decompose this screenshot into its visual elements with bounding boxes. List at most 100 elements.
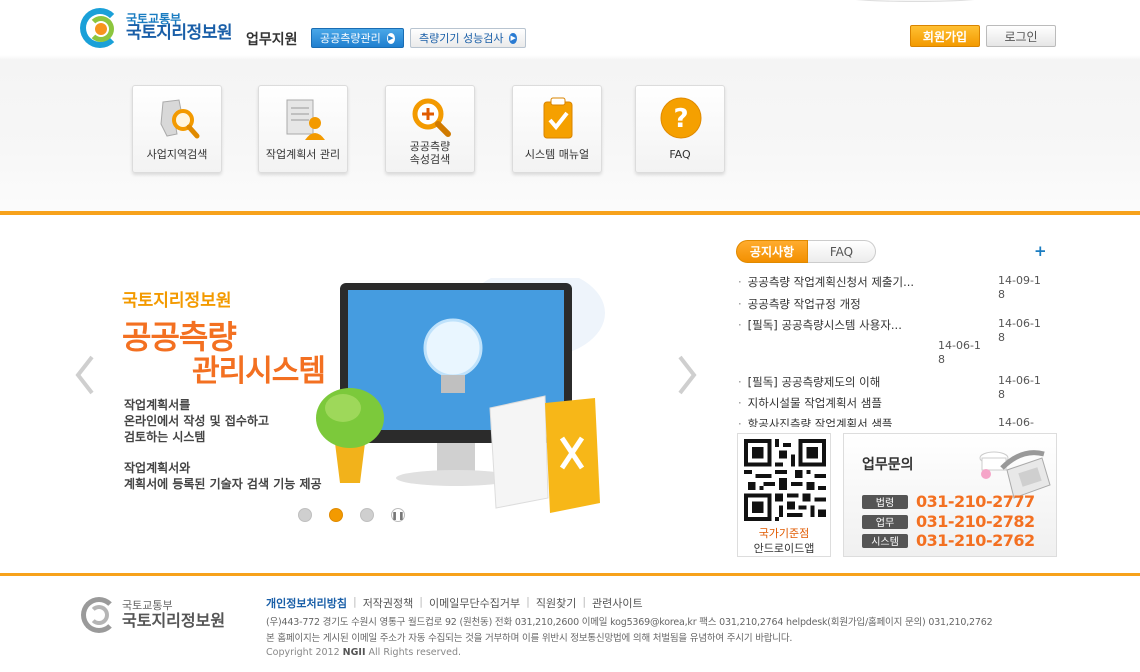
tile-label: 속성검색 — [409, 153, 451, 166]
tab-notice[interactable]: 공지사항 — [736, 240, 808, 263]
tile-system-manual[interactable]: 시스템 매뉴얼 — [512, 85, 602, 173]
pause-icon[interactable]: ❚❚ — [391, 508, 405, 522]
tile-faq[interactable]: ? FAQ — [635, 85, 725, 173]
notice-title[interactable]: [필독] 공공측량제도의 이해 — [738, 374, 881, 390]
chevron-right-icon[interactable] — [676, 355, 698, 395]
banner-title-2: 관리시스템 — [192, 354, 326, 389]
notice-date: 14-06-18 — [998, 317, 1041, 344]
notice-title[interactable]: [필독] 공공측량시스템 사용자... — [738, 317, 902, 333]
join-button[interactable]: 회원가입 — [910, 25, 980, 47]
tile-label: 공공측량 — [409, 140, 451, 153]
footer-agency: 국토지리정보원 — [122, 611, 226, 631]
tile-label: 작업계획서 관리 — [265, 148, 341, 161]
contact-number: 031-210-2762 — [916, 531, 1035, 550]
slide-dot-2[interactable] — [329, 508, 343, 522]
news-tabs: 공지사항 FAQ — [736, 240, 876, 263]
footer-separator: | — [526, 595, 530, 608]
footer-notice: 본 홈페이지는 게시된 이메일 주소가 자동 수집되는 것을 거부하며 이를 위… — [266, 633, 793, 644]
question-icon: ? — [660, 97, 702, 139]
play-arrow-icon: ▶ — [509, 32, 517, 44]
notice-title[interactable]: 지하시설물 작업계획서 샘플 — [738, 395, 882, 411]
slide-dot-3[interactable] — [360, 508, 374, 522]
contact-row: 법령 031-210-2777 — [862, 492, 1035, 511]
footer-link-copyright[interactable]: 저작권정책 — [363, 595, 414, 611]
public-survey-mgmt-button[interactable]: 공공측량관리 ▶ — [311, 28, 404, 48]
banner-desc-line: 계획서에 등록된 기술자 검색 기능 제공 — [124, 477, 322, 491]
contact-badge: 업무 — [862, 514, 908, 529]
qr-label-1: 국가기준점 — [758, 527, 810, 540]
qr-label-2: 안드로이드앱 — [753, 542, 815, 555]
contact-number: 031-210-2782 — [916, 512, 1035, 531]
section-title: 업무지원 — [246, 32, 298, 48]
banner-desc-line: 작업계획서를 — [124, 398, 191, 412]
map-search-icon — [160, 99, 200, 139]
banner-desc-2: 작업계획서와 계획서에 등록된 기술자 검색 기능 제공 — [124, 460, 322, 492]
footer-link-email-refuse[interactable]: 이메일무단수집거부 — [429, 595, 520, 611]
notice-title[interactable]: 항공사진측량 작업계획서 샘플 — [738, 416, 893, 427]
footer-divider — [0, 573, 1140, 576]
device-inspection-button[interactable]: 측량기기 성능검사 ▶ — [410, 28, 526, 48]
document-user-icon — [286, 99, 325, 140]
monitor-illustration — [316, 278, 605, 513]
banner-desc-line: 작업계획서와 — [124, 461, 191, 475]
site-logo[interactable]: 국토교통부 국토지리정보원 — [78, 6, 232, 50]
qr-code-icon — [744, 439, 826, 521]
top-decor — [830, 0, 1000, 2]
main-banner: 국토지리정보원 공공측량 관리시스템 작업계획서를 온라인에서 작성 및 접수하… — [70, 240, 720, 540]
copyright-rights: All Rights reserved. — [368, 647, 462, 658]
slider-dots: ❚❚ — [298, 508, 405, 522]
banner-desc-line: 검토하는 시스템 — [124, 430, 206, 444]
contact-number: 031-210-2777 — [916, 492, 1035, 511]
notice-title[interactable]: 공공측량 작업계획신청서 제출기... — [738, 274, 914, 290]
contact-box: 업무문의 법령 031-210-2777 업무 031-210-2782 시스템… — [843, 433, 1057, 557]
tile-work-plan[interactable]: 작업계획서 관리 — [258, 85, 348, 173]
copyright-brand: NGII — [342, 647, 366, 658]
chevron-left-icon[interactable] — [74, 355, 96, 395]
tab-faq[interactable]: FAQ — [808, 240, 876, 263]
footer-separator: | — [419, 595, 424, 608]
notice-date: 14-06-18 — [938, 339, 981, 366]
clipboard-check-icon — [543, 97, 573, 139]
logo-emblem-icon — [78, 6, 122, 50]
tile-label: 시스템 매뉴얼 — [524, 148, 590, 161]
header-divider — [0, 211, 1140, 215]
header-area: 국토교통부 국토지리정보원 업무지원 공공측량관리 ▶ 측량기기 성능검사 ▶ … — [0, 0, 1140, 213]
footer-address: (우)443-772 경기도 수원시 영통구 월드컵로 92 (원천동) 전화 … — [266, 617, 993, 628]
magnifier-plus-icon — [412, 98, 451, 137]
contact-title: 업무문의 — [862, 457, 914, 473]
tile-attribute-search[interactable]: 공공측량 속성검색 — [385, 85, 475, 173]
copyright-year: Copyright 2012 — [266, 647, 340, 658]
footer-emblem-icon — [80, 596, 118, 634]
footer-separator: | — [352, 595, 357, 608]
notice-date: 14-06- — [998, 416, 1034, 427]
footer-separator: | — [582, 595, 587, 608]
notice-date: 14-06-18 — [998, 374, 1041, 401]
qr-app-box[interactable]: 국가기준점 안드로이드앱 — [737, 433, 831, 557]
device-inspection-label: 측량기기 성능검사 — [419, 32, 504, 45]
contact-badge: 시스템 — [862, 533, 908, 548]
login-button[interactable]: 로그인 — [986, 25, 1056, 47]
svg-text:?: ? — [673, 104, 688, 134]
slide-dot-1[interactable] — [298, 508, 312, 522]
tile-label: 사업지역검색 — [146, 148, 208, 161]
tile-area-search[interactable]: 사업지역검색 — [132, 85, 222, 173]
notice-date: 14-09-18 — [998, 274, 1041, 301]
more-plus-icon[interactable]: + — [1034, 242, 1047, 260]
tile-label: FAQ — [669, 148, 691, 161]
contact-row: 시스템 031-210-2762 — [862, 531, 1035, 550]
contact-row: 업무 031-210-2782 — [862, 512, 1035, 531]
banner-org: 국토지리정보원 — [122, 291, 232, 311]
footer-copyright: Copyright 2012 NGII All Rights reserved. — [266, 647, 461, 658]
public-survey-mgmt-label: 공공측량관리 — [320, 32, 381, 45]
footer-link-privacy[interactable]: 개인정보처리방침 — [266, 595, 347, 611]
banner-desc-1: 작업계획서를 온라인에서 작성 및 접수하고 검토하는 시스템 — [124, 397, 269, 445]
play-arrow-icon: ▶ — [386, 32, 395, 44]
footer-logo[interactable]: 국토교통부 국토지리정보원 — [80, 596, 225, 634]
contact-badge: 법령 — [862, 494, 908, 509]
notice-list: 공공측량 작업계획신청서 제출기... 14-09-18 공공측량 작업규정 개… — [738, 272, 1058, 427]
footer-link-related[interactable]: 관련사이트 — [592, 595, 643, 611]
logo-agency: 국토지리정보원 — [126, 23, 232, 44]
banner-desc-line: 온라인에서 작성 및 접수하고 — [124, 414, 270, 428]
footer-link-staff[interactable]: 직원찾기 — [536, 595, 576, 611]
notice-title[interactable]: 공공측량 작업규정 개정 — [738, 296, 861, 312]
